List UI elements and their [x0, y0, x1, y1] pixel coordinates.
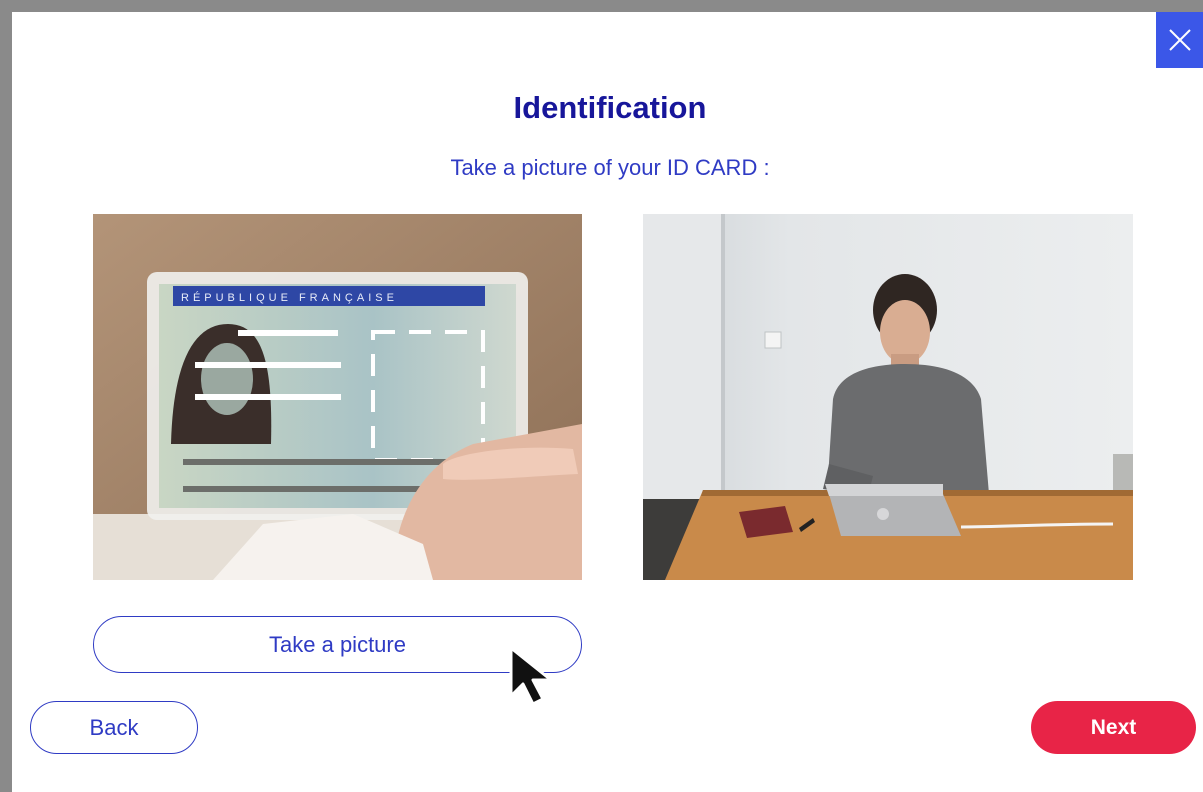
- id-card-header-text: RÉPUBLIQUE FRANÇAISE: [181, 291, 398, 304]
- close-button[interactable]: [1156, 12, 1203, 68]
- selfie-example-photo: [643, 214, 1133, 580]
- page-title: Identification: [513, 90, 707, 125]
- next-button[interactable]: Next: [1031, 701, 1196, 754]
- close-icon: [1168, 29, 1191, 51]
- instruction-text: Take a picture of your ID CARD :: [450, 155, 770, 180]
- mouse-pointer-icon: [509, 646, 553, 706]
- back-button[interactable]: Back: [30, 701, 198, 754]
- id-card-example-photo: RÉPUBLIQUE FRANÇAISE: [93, 214, 582, 580]
